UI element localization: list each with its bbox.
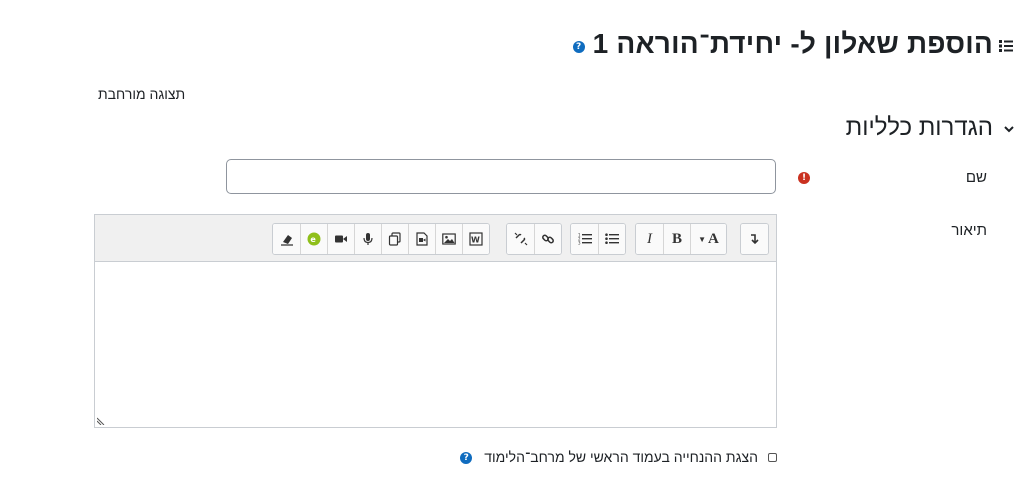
toolbar-group-insert: e W [272,223,490,255]
image-icon[interactable] [435,224,462,254]
h5p-icon[interactable]: e [300,224,327,254]
show-description-row: הצגת ההנחייה בעמוד הראשי של מרחב־הלימוד … [460,449,777,465]
unordered-list-icon[interactable] [598,224,625,254]
description-label: תיאור [951,222,987,239]
show-description-label: הצגת ההנחייה בעמוד הראשי של מרחב־הלימוד [484,449,758,465]
expand-all-link[interactable]: תצוגה מורחבת [98,86,185,102]
resize-handle-icon[interactable] [97,416,106,425]
record-audio-icon[interactable] [354,224,381,254]
show-description-checkbox[interactable] [768,452,777,462]
unlink-icon[interactable] [507,224,534,254]
toolbar-group-more [740,223,769,255]
clear-formatting-icon[interactable] [273,224,300,254]
toolbar-group-links [506,223,562,255]
list-icon [999,40,1013,52]
help-icon[interactable]: ? [572,41,585,53]
name-label: שם [965,169,987,186]
svg-text:e: e [310,235,316,244]
editor-toolbar: I B ▼ A 1 2 3 e W [95,215,776,262]
section-title: הגדרות כלליות [845,114,993,141]
page-title: הוספת שאלון ל- יחידת־הוראה 1 [592,28,993,59]
toolbar-group-lists: 1 2 3 [570,223,626,255]
name-input[interactable] [226,159,776,194]
font-color-icon[interactable]: ▼ A [690,224,726,254]
required-icon: ! [798,172,810,184]
svg-text:3: 3 [578,241,581,246]
description-editor: I B ▼ A 1 2 3 e W [94,214,777,428]
italic-icon[interactable]: I [636,224,663,254]
page-heading: הוספת שאלון ל- יחידת־הוראה 1 ? [572,28,1013,60]
word-import-icon[interactable]: W [462,224,489,254]
description-text-area[interactable] [95,262,776,427]
section-general-settings[interactable]: הגדרות כלליות [846,114,1015,142]
show-more-icon[interactable] [741,224,768,254]
chevron-down-icon [1004,126,1014,133]
manage-files-icon[interactable] [381,224,408,254]
bold-icon[interactable]: B [663,224,690,254]
record-video-icon[interactable] [327,224,354,254]
ordered-list-icon[interactable]: 1 2 3 [571,224,598,254]
svg-text:W: W [471,236,480,245]
media-icon[interactable] [408,224,435,254]
link-icon[interactable] [534,224,561,254]
help-icon[interactable]: ? [460,452,473,464]
toolbar-group-style: I B ▼ A [635,223,727,255]
